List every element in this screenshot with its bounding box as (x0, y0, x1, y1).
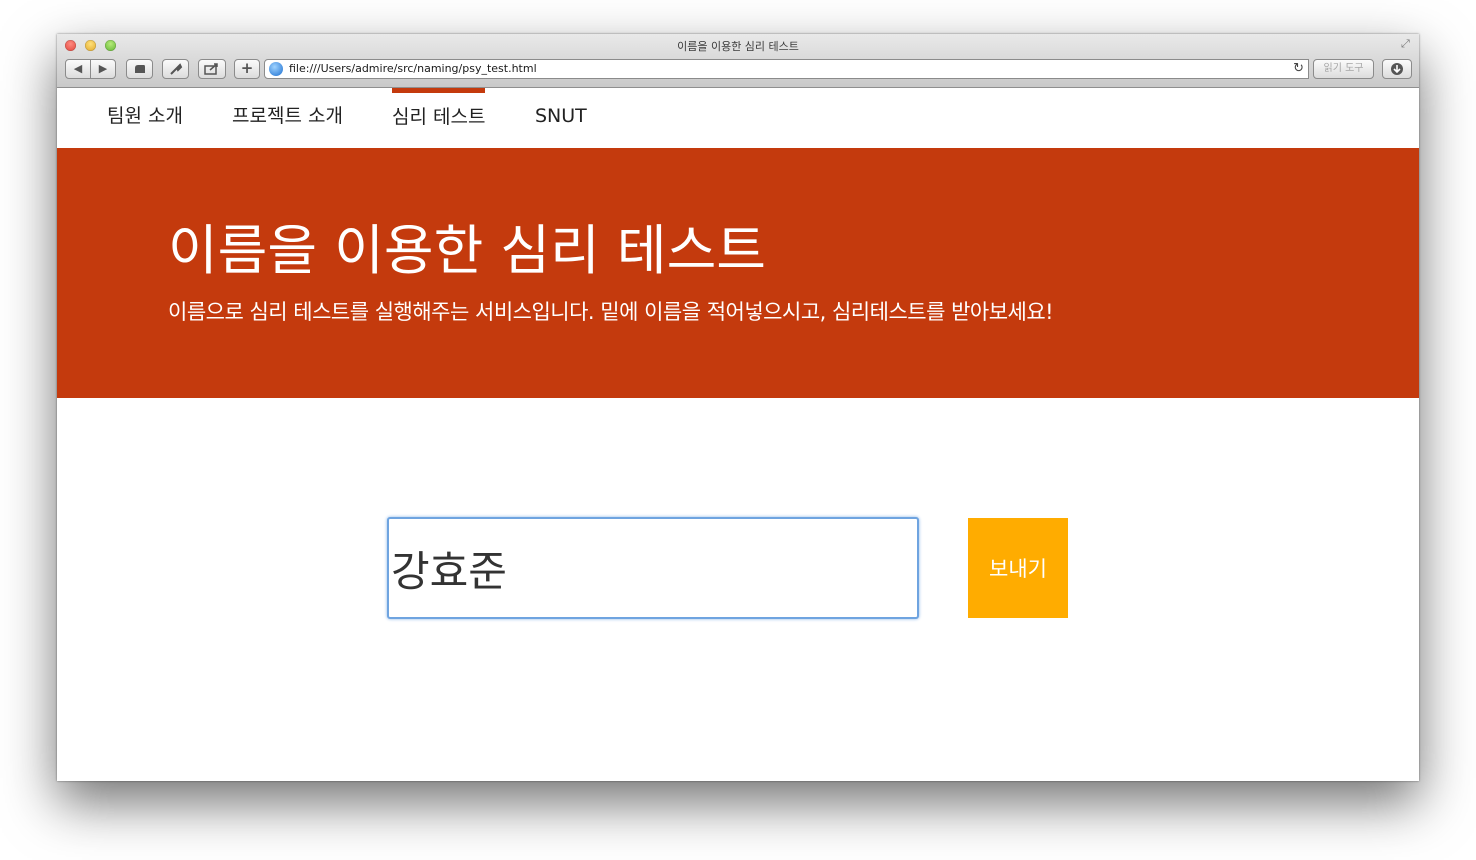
page-title: 이름을 이용한 심리 테스트 (168, 219, 766, 282)
add-bookmark-button[interactable]: + (234, 59, 260, 79)
downloads-button[interactable] (1382, 59, 1412, 79)
back-icon: ◀ (73, 62, 83, 75)
share-icon (204, 63, 218, 75)
hero-banner: 이름을 이용한 심리 테스트 이름으로 심리 테스트를 실행해주는 서비스입니다… (57, 148, 1419, 398)
plus-icon: + (240, 59, 254, 77)
forward-icon: ▶ (98, 62, 108, 75)
submit-button[interactable]: 보내기 (968, 518, 1068, 618)
reload-icon[interactable]: ↻ (1293, 61, 1304, 76)
nav-item-project[interactable]: 프로젝트 소개 (232, 88, 343, 148)
back-button[interactable]: ◀ (65, 59, 91, 79)
forward-button[interactable]: ▶ (90, 59, 116, 79)
address-bar[interactable]: file:///Users/admire/src/naming/psy_test… (264, 59, 1309, 79)
fullscreen-icon[interactable]: ⤢ (1401, 38, 1413, 50)
globe-icon (269, 62, 283, 76)
url-text[interactable]: file:///Users/admire/src/naming/psy_test… (289, 62, 537, 75)
top-nav: 팀원 소개 프로젝트 소개 심리 테스트 SNUT (57, 88, 1419, 148)
wrench-icon (169, 63, 182, 75)
name-input[interactable] (387, 517, 919, 619)
window-title: 이름을 이용한 심리 테스트 (677, 40, 799, 53)
page-subtitle: 이름으로 심리 테스트를 실행해주는 서비스입니다. 밑에 이름을 적어넣으시고… (168, 300, 1054, 324)
settings-button[interactable] (162, 59, 189, 79)
nav-item-team[interactable]: 팀원 소개 (107, 88, 183, 148)
browser-toolbar: 이름을 이용한 심리 테스트 ⤢ ◀ ▶ + file:///Users/adm… (57, 34, 1419, 88)
nav-item-snut[interactable]: SNUT (535, 88, 587, 148)
reader-button[interactable]: 읽기 도구 (1313, 59, 1374, 79)
share-button[interactable] (198, 59, 226, 79)
browser-window: 이름을 이용한 심리 테스트 ⤢ ◀ ▶ + file:///Users/adm… (57, 34, 1419, 781)
nav-item-psy-test[interactable]: 심리 테스트 (392, 88, 486, 153)
cloud-icon (134, 65, 145, 73)
top-sites-button[interactable] (126, 59, 153, 79)
download-icon (1391, 63, 1403, 75)
